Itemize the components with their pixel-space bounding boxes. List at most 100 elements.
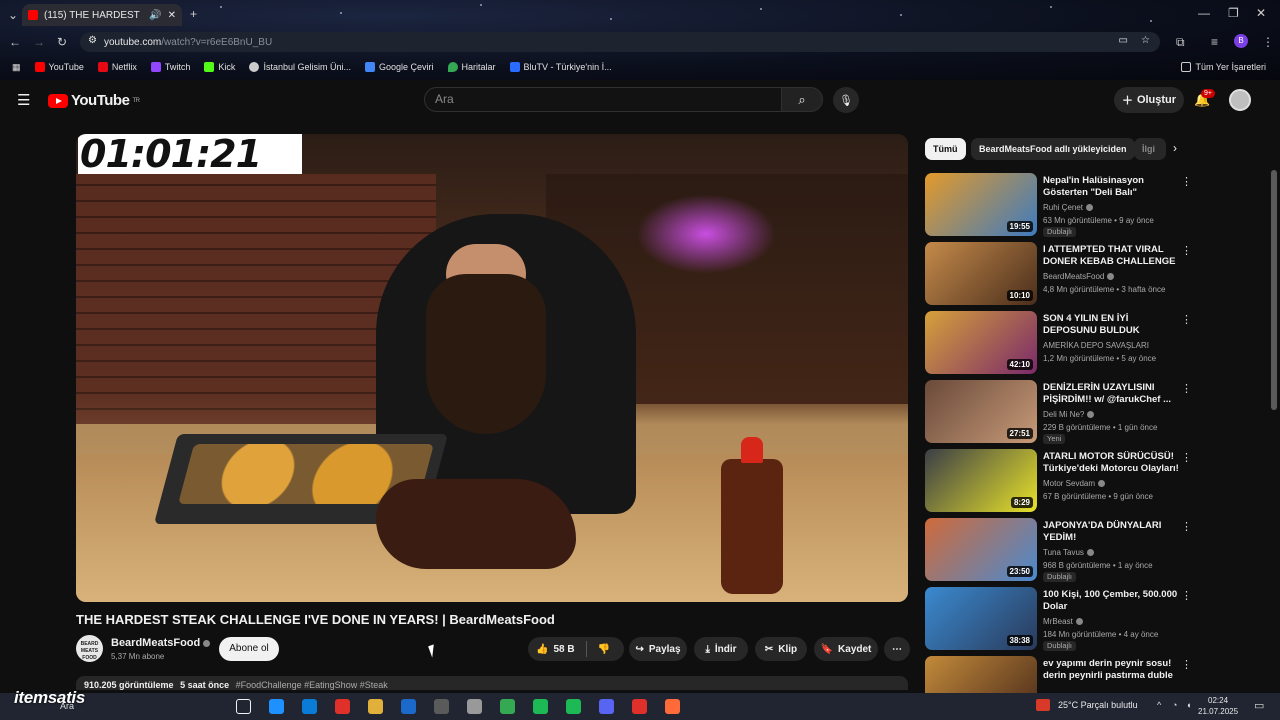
taskbar-app-icon[interactable] xyxy=(533,699,548,714)
search-button[interactable]: ⌕ xyxy=(781,87,823,112)
thumbs-down-icon[interactable]: 👎 xyxy=(598,644,610,655)
recommendation-card[interactable]: 42:10 SON 4 YILIN EN İYİ DEPOSUNU BULDUK A… xyxy=(925,311,1192,375)
taskbar-app-icon[interactable] xyxy=(500,699,515,714)
new-tab-icon[interactable]: + xyxy=(190,7,197,21)
weather-widget[interactable]: 25°C Parçalı bulutlu xyxy=(1040,700,1138,710)
recommendation-channel[interactable]: AMERİKA DEPO SAVAŞLARI xyxy=(1043,341,1149,350)
kebab-menu-icon[interactable]: ⋮ xyxy=(1181,589,1192,602)
chevron-right-icon[interactable]: › xyxy=(1173,141,1177,155)
video-thumbnail[interactable]: 38:38 xyxy=(925,587,1037,650)
chip-related[interactable]: İlgi xyxy=(1134,138,1166,160)
kebab-menu-icon[interactable]: ⋮ xyxy=(1181,520,1192,533)
bookmark-twitch[interactable]: Twitch xyxy=(150,62,190,72)
hamburger-menu-icon[interactable]: ☰ xyxy=(17,91,30,109)
bookmark-gelisim[interactable]: İstanbul Gelisim Üni... xyxy=(249,62,351,72)
recommendation-title[interactable]: 100 Kişi, 100 Çember, 500.000 Dolar xyxy=(1043,589,1179,613)
subscribe-button[interactable]: Abone ol xyxy=(219,637,279,661)
video-thumbnail[interactable]: 10:10 xyxy=(925,242,1037,305)
scrollbar[interactable] xyxy=(1271,170,1277,410)
video-thumbnail[interactable]: 19:55 xyxy=(925,173,1037,236)
more-actions-button[interactable]: ⋯ xyxy=(884,637,910,661)
taskbar-app-icon[interactable] xyxy=(269,699,284,714)
voice-search-button[interactable]: 🎙 xyxy=(833,87,859,113)
share-button[interactable]: ↪ Paylaş xyxy=(629,637,687,661)
description-box[interactable]: 910.205 görüntüleme 5 saat önce #FoodCha… xyxy=(76,676,908,690)
reading-list-icon[interactable]: ≡ xyxy=(1211,35,1218,49)
kebab-menu-icon[interactable]: ⋮ xyxy=(1181,244,1192,257)
channel-avatar[interactable]: BEARD MEATS FOOD xyxy=(76,635,103,662)
youtube-logo[interactable]: YouTube TR xyxy=(48,92,140,109)
tray-chevron-icon[interactable]: ^ xyxy=(1157,700,1161,710)
reload-icon[interactable]: ↻ xyxy=(57,35,67,49)
kebab-menu-icon[interactable]: ⋮ xyxy=(1181,313,1192,326)
notification-center-icon[interactable]: ▭ xyxy=(1254,699,1264,712)
profile-icon[interactable]: B xyxy=(1234,34,1248,48)
bookmark-kick[interactable]: Kick xyxy=(204,62,235,72)
taskbar-app-icon[interactable] xyxy=(566,699,581,714)
thumbs-up-icon[interactable]: 👍 xyxy=(536,644,548,655)
site-info-icon[interactable]: ⚙ xyxy=(88,35,97,46)
search-input[interactable]: Ara xyxy=(424,87,782,112)
cast-icon[interactable]: ▭ xyxy=(1119,35,1128,46)
recommendation-channel[interactable]: Tuna Tavus xyxy=(1043,548,1094,557)
hashtags[interactable]: #FoodChallenge #EatingShow #Steak xyxy=(236,680,388,690)
channel-name[interactable]: BeardMeatsFood xyxy=(111,637,211,649)
recommendation-card[interactable]: 23:50 JAPONYA'DA DÜNYALARI YEDİM! Tuna Tav… xyxy=(925,518,1192,582)
bookmark-netflix[interactable]: Netflix xyxy=(97,62,137,72)
speaker-icon[interactable]: 🔊 xyxy=(149,10,161,21)
star-bookmark-icon[interactable]: ☆ xyxy=(1141,35,1150,46)
forward-icon[interactable]: → xyxy=(33,35,45,49)
kebab-menu-icon[interactable]: ⋮ xyxy=(1181,658,1192,671)
video-thumbnail[interactable]: 23:50 xyxy=(925,518,1037,581)
like-count[interactable]: 58 B xyxy=(553,644,574,655)
taskbar-app-icon[interactable] xyxy=(665,699,680,714)
create-button[interactable]: ＋ Oluştur xyxy=(1114,87,1184,113)
taskbar-app-icon[interactable] xyxy=(302,699,317,714)
taskbar-app-icon[interactable] xyxy=(599,699,614,714)
avatar[interactable] xyxy=(1229,89,1251,111)
bookmark-blutv[interactable]: BluTV - Türkiye'nin İ... xyxy=(509,62,612,72)
taskbar-app-icon[interactable] xyxy=(236,699,251,714)
minimize-icon[interactable]: — xyxy=(1198,6,1210,20)
taskbar-app-icon[interactable] xyxy=(467,699,482,714)
kebab-menu-icon[interactable]: ⋮ xyxy=(1181,175,1192,188)
recommendation-title[interactable]: ev yapımı derin peynir sosu! derin peyni… xyxy=(1043,658,1179,682)
recommendation-card[interactable]: 27:51 DENİZLERİN UZAYLISINI PİŞİRDİM!! w/… xyxy=(925,380,1192,444)
wifi-icon[interactable]: ◔ xyxy=(1172,700,1177,710)
recommendation-card[interactable]: 38:38 100 Kişi, 100 Çember, 500.000 Dolar… xyxy=(925,587,1192,651)
volume-icon[interactable]: ◖ xyxy=(1186,700,1191,710)
recommendation-card[interactable]: 19:55 Nepal'in Halüsinasyon Gösterten "De… xyxy=(925,173,1192,237)
taskbar-app-icon[interactable] xyxy=(434,699,449,714)
recommendation-channel[interactable]: Deli Mi Ne? xyxy=(1043,410,1095,419)
video-thumbnail[interactable]: 8:29 xyxy=(925,449,1037,512)
maximize-icon[interactable]: ❐ xyxy=(1228,6,1239,20)
system-clock[interactable]: 02:24 21.07.2025 xyxy=(1198,695,1238,717)
menu-kebab-icon[interactable]: ⋮ xyxy=(1262,35,1274,49)
recommendation-channel[interactable]: MrBeast xyxy=(1043,617,1083,626)
download-button[interactable]: ⤓ İndir xyxy=(694,637,748,661)
recommendation-title[interactable]: JAPONYA'DA DÜNYALARI YEDİM! xyxy=(1043,520,1179,544)
clip-button[interactable]: ✂ Klip xyxy=(755,637,807,661)
video-thumbnail[interactable]: 42:10 xyxy=(925,311,1037,374)
recommendation-channel[interactable]: Motor Sevdam xyxy=(1043,479,1106,488)
recommendation-title[interactable]: DENİZLERİN UZAYLISINI PİŞİRDİM!! w/ @far… xyxy=(1043,382,1179,406)
tab-list-icon[interactable]: ⌄ xyxy=(8,8,18,22)
tab-close-icon[interactable]: ✕ xyxy=(168,10,176,21)
kebab-menu-icon[interactable]: ⋮ xyxy=(1181,451,1192,464)
close-window-icon[interactable]: ✕ xyxy=(1256,6,1266,20)
browser-tab[interactable]: (115) THE HARDEST STEAK 🔊 ✕ xyxy=(22,4,182,26)
bookmark-maps[interactable]: Haritalar xyxy=(447,62,496,72)
chip-all[interactable]: Tümü xyxy=(925,138,966,160)
bookmark-translate[interactable]: Google Çeviri xyxy=(364,62,434,72)
recommendation-card[interactable]: 10:10 I ATTEMPTED THAT VIRAL DONER KEBAB … xyxy=(925,242,1192,306)
recommendation-title[interactable]: SON 4 YILIN EN İYİ DEPOSUNU BULDUK xyxy=(1043,313,1179,337)
extensions-icon[interactable]: ⧉ xyxy=(1176,35,1185,49)
recommendation-title[interactable]: I ATTEMPTED THAT VIRAL DONER KEBAB CHALL… xyxy=(1043,244,1179,268)
recommendation-channel[interactable]: Ruhi Çenet xyxy=(1043,203,1094,212)
taskbar-app-icon[interactable] xyxy=(368,699,383,714)
all-bookmarks[interactable]: Tüm Yer İşaretleri xyxy=(1181,62,1266,72)
apps-grid-icon[interactable]: ▦ xyxy=(12,62,21,73)
taskbar-app-icon[interactable] xyxy=(401,699,416,714)
taskbar-app-icon[interactable] xyxy=(335,699,350,714)
save-button[interactable]: 🔖 Kaydet xyxy=(814,637,878,661)
